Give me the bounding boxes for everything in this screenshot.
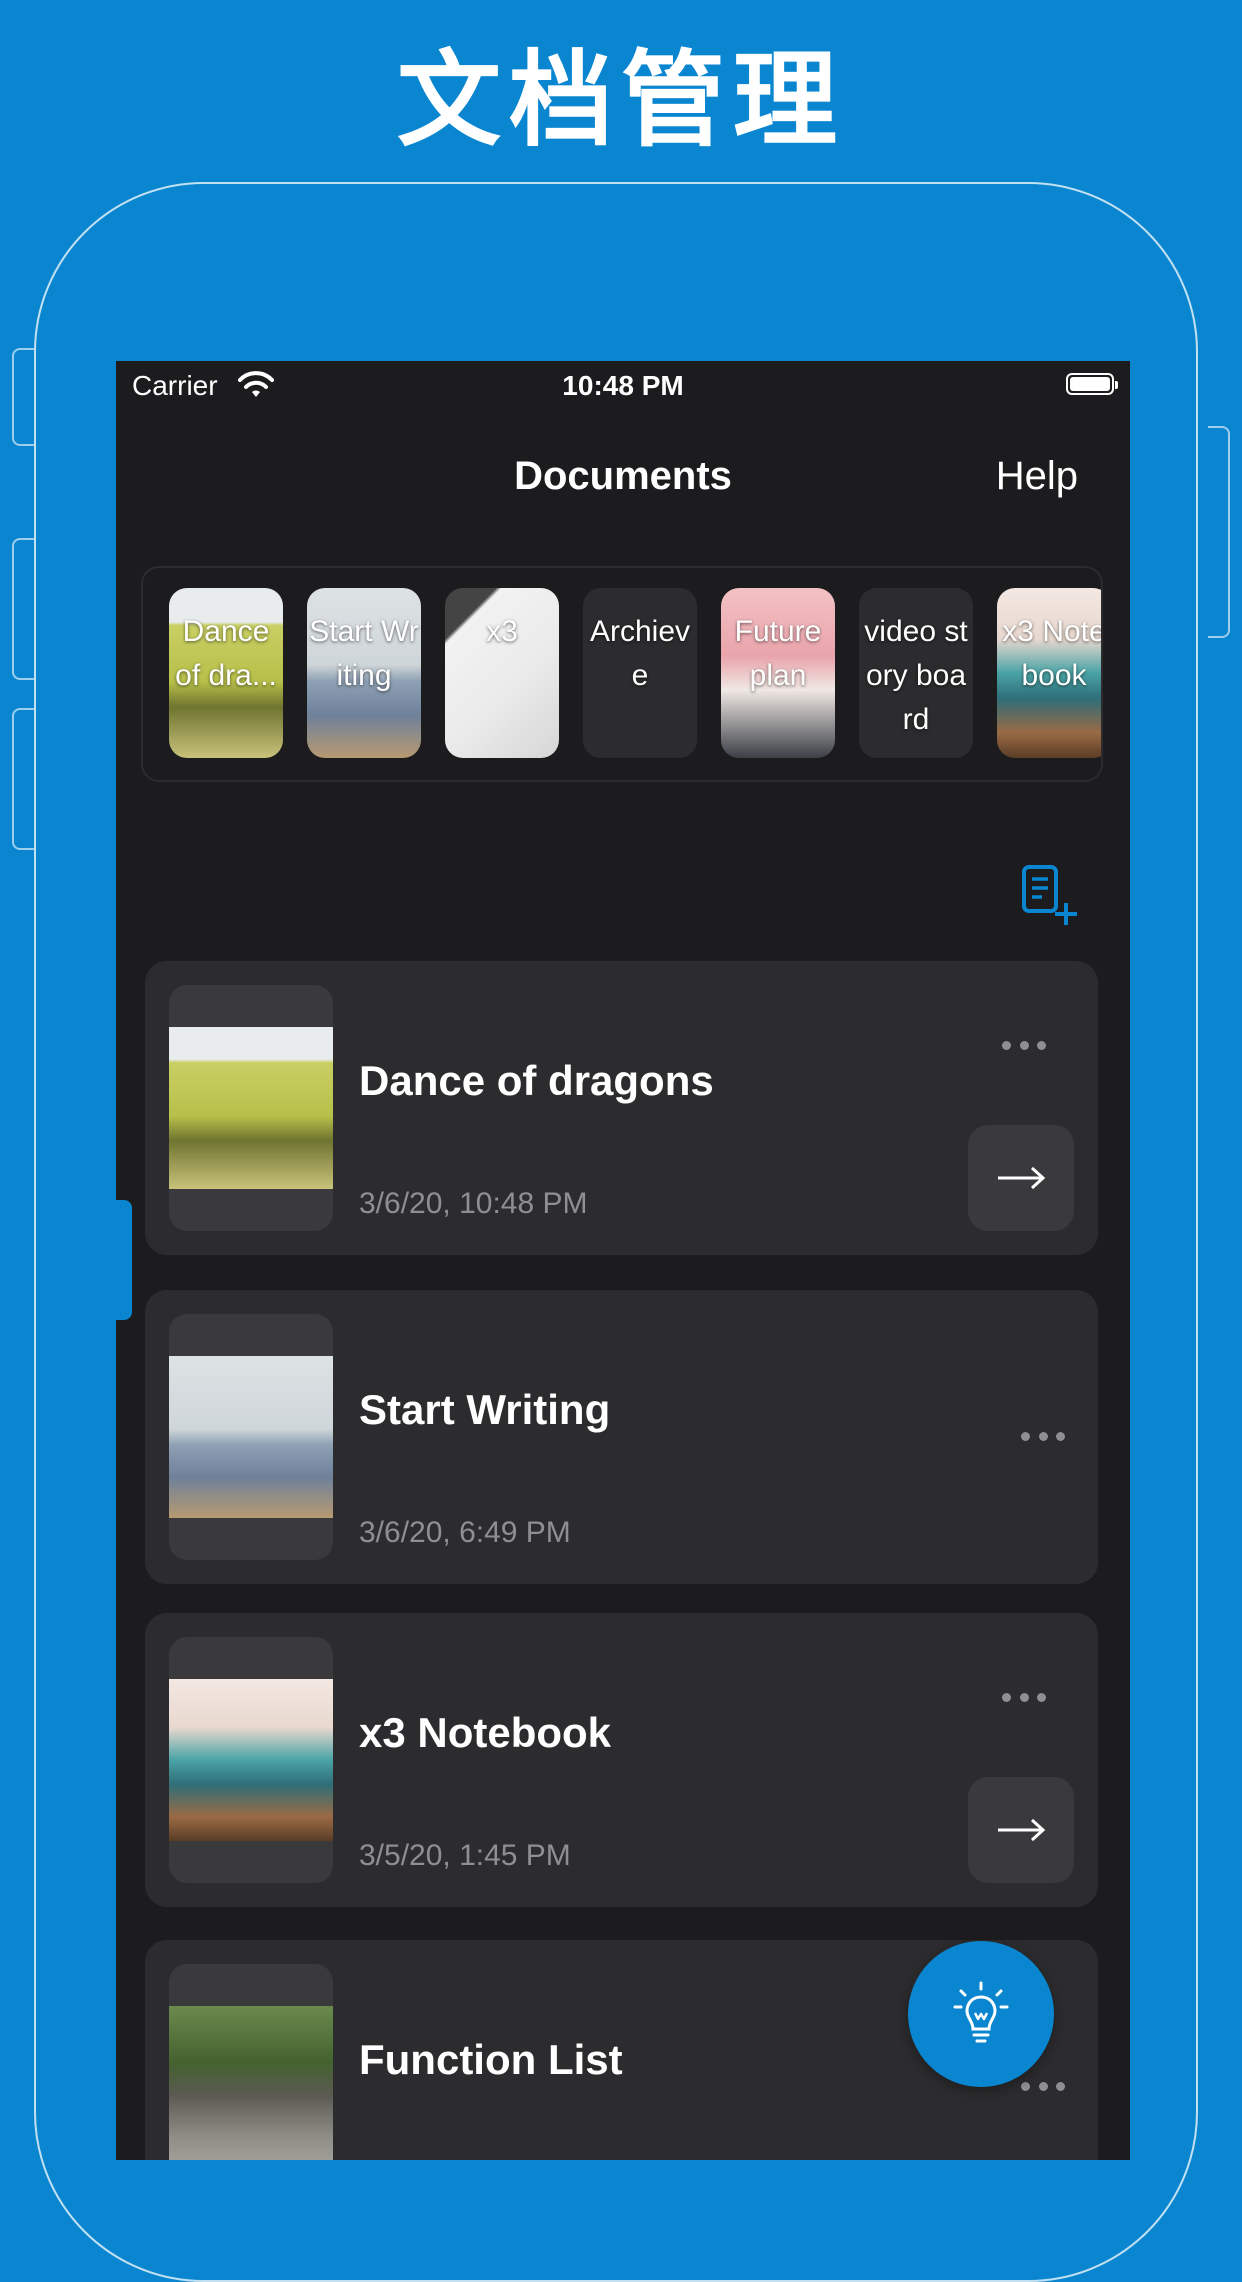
document-card[interactable]: Start Writing 3/6/20, 6:49 PM xyxy=(145,1290,1098,1584)
new-document-icon[interactable] xyxy=(1020,863,1084,927)
quick-access-item[interactable]: x3 Note book xyxy=(997,588,1103,758)
quick-access-label: Dance of dra... xyxy=(175,615,277,692)
device-side-button xyxy=(12,538,34,680)
quick-access-item[interactable]: Start Writing xyxy=(307,588,421,758)
document-thumbnail xyxy=(169,1679,333,1841)
document-date: 3/6/20, 10:48 PM xyxy=(359,1187,588,1220)
document-thumbnail-frame xyxy=(169,1964,333,2160)
document-date: 3/5/20, 1:45 PM xyxy=(359,1839,571,1872)
document-thumbnail xyxy=(169,1356,333,1518)
app-screen: Carrier 10:48 PM Documents Help Dance of… xyxy=(116,361,1130,2160)
navigation-bar: Documents Help xyxy=(116,441,1130,511)
document-title: Start Writing xyxy=(359,1386,611,1433)
open-document-button[interactable] xyxy=(968,1125,1074,1231)
more-options-icon[interactable] xyxy=(1002,1033,1046,1057)
scroll-handle[interactable] xyxy=(116,1200,132,1320)
document-thumbnail xyxy=(169,1027,333,1189)
device-side-button xyxy=(12,348,34,446)
more-options-icon[interactable] xyxy=(1021,2074,1065,2098)
document-title: Dance of dragons xyxy=(359,1057,714,1104)
document-thumbnail-frame xyxy=(169,985,333,1231)
quick-access-label: Future plan xyxy=(734,615,822,692)
more-options-icon[interactable] xyxy=(1002,1685,1046,1709)
document-thumbnail-frame xyxy=(169,1314,333,1560)
quick-access-item[interactable]: x3 xyxy=(445,588,559,758)
document-title: Function List xyxy=(359,2036,623,2083)
device-side-button xyxy=(12,708,34,850)
quick-access-item[interactable]: video story board xyxy=(859,588,973,758)
quick-access-label: video story board xyxy=(864,615,968,736)
quick-access-label: Start Writing xyxy=(309,615,419,692)
more-options-icon[interactable] xyxy=(1021,1424,1065,1448)
page-title: Documents xyxy=(514,454,732,498)
quick-access-item[interactable]: Dance of dra... xyxy=(169,588,283,758)
open-document-button[interactable] xyxy=(968,1777,1074,1883)
lightbulb-icon xyxy=(953,1981,1009,2043)
document-thumbnail-frame xyxy=(169,1637,333,1883)
device-side-button xyxy=(1208,426,1230,638)
quick-access-item[interactable]: Archieve xyxy=(583,588,697,758)
quick-access-label: x3 Note book xyxy=(1002,615,1103,692)
tips-fab-button[interactable] xyxy=(908,1941,1054,2087)
document-thumbnail xyxy=(169,2006,333,2160)
status-bar: Carrier 10:48 PM xyxy=(116,361,1130,411)
battery-icon xyxy=(1066,373,1118,395)
quick-access-label: Archieve xyxy=(589,615,691,692)
document-card[interactable]: Dance of dragons 3/6/20, 10:48 PM xyxy=(145,961,1110,1265)
quick-access-strip[interactable]: Dance of dra... Start Writing x3 Archieve Fu… xyxy=(141,566,1103,782)
quick-access-item[interactable]: Future plan xyxy=(721,588,835,758)
arrow-right-icon xyxy=(998,1818,1046,1842)
status-time: 10:48 PM xyxy=(562,370,684,401)
promo-title: 文档管理 xyxy=(396,39,845,161)
document-date: 3/6/20, 6:49 PM xyxy=(359,1516,571,1549)
help-button[interactable]: Help xyxy=(996,441,1078,511)
document-title: x3 Notebook xyxy=(359,1709,612,1756)
arrow-right-icon xyxy=(998,1166,1046,1190)
document-card[interactable]: x3 Notebook 3/5/20, 1:45 PM xyxy=(145,1613,1110,1917)
quick-access-label: x3 xyxy=(486,615,518,648)
